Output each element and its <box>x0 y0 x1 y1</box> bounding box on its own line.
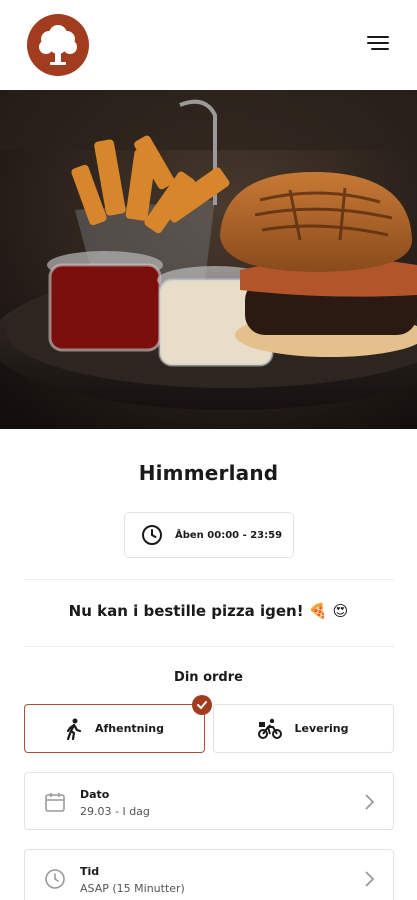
date-selector[interactable]: Dato 29.03 - I dag <box>24 772 394 830</box>
opening-hours-text: Åben 00:00 - 23:59 <box>175 529 283 541</box>
divider <box>24 579 394 580</box>
bicycle-icon <box>258 718 283 739</box>
walking-person-icon <box>66 718 82 740</box>
date-label: Dato <box>80 788 110 801</box>
app-header <box>0 0 417 90</box>
hero-image <box>0 90 417 429</box>
checkmark-icon <box>192 695 212 715</box>
date-value: 29.03 - I dag <box>80 805 150 818</box>
calendar-icon <box>45 793 65 812</box>
pizza-notice: Nu kan i bestille pizza igen! 🍕 😍 <box>68 602 349 620</box>
time-label: Tid <box>80 865 100 878</box>
clock-icon <box>45 869 65 889</box>
opening-hours-badge: Åben 00:00 - 23:59 <box>124 512 294 558</box>
restaurant-name: Himmerland <box>138 461 279 485</box>
tree-logo-icon[interactable] <box>27 14 89 76</box>
order-heading: Din ordre <box>174 670 243 685</box>
delivery-label: Levering <box>294 722 349 735</box>
hamburger-menu-icon[interactable] <box>367 36 389 54</box>
pickup-option-button[interactable]: Afhentning <box>24 695 212 753</box>
chevron-right-icon <box>365 794 375 810</box>
divider <box>24 646 394 647</box>
clock-icon <box>142 525 162 545</box>
time-value: ASAP (15 Minutter) <box>80 882 185 895</box>
chevron-right-icon <box>365 871 375 887</box>
pickup-label: Afhentning <box>95 722 164 735</box>
time-selector[interactable]: Tid ASAP (15 Minutter) <box>24 849 394 900</box>
delivery-option-button[interactable]: Levering <box>213 704 394 753</box>
